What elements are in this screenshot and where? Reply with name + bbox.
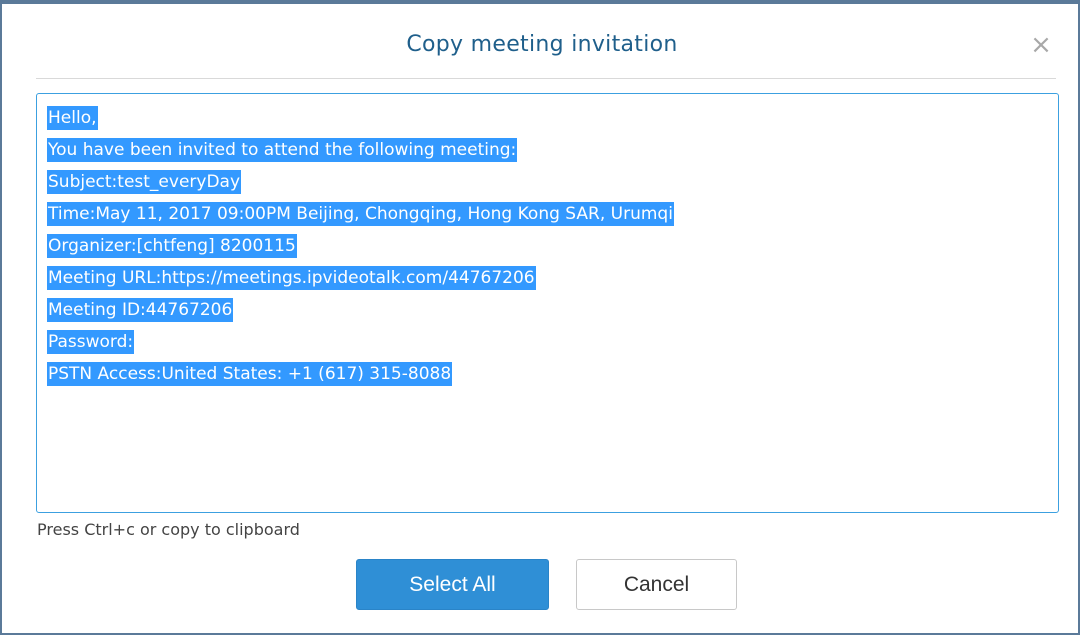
invitation-line: Hello,	[47, 102, 1048, 134]
invitation-line-text: Meeting URL:https://meetings.ipvideotalk…	[47, 266, 536, 290]
invitation-line-text: Subject:test_everyDay	[47, 170, 242, 194]
invitation-line: Password:	[47, 326, 1048, 358]
invitation-line-text: You have been invited to attend the foll…	[47, 138, 518, 162]
cancel-button[interactable]: Cancel	[576, 559, 737, 610]
dialog-title: Copy meeting invitation	[406, 32, 678, 57]
copy-invitation-dialog: Copy meeting invitation × Hello, You hav…	[0, 0, 1080, 635]
invitation-line: Meeting ID:44767206	[47, 294, 1048, 326]
invitation-line-text: Meeting ID:44767206	[47, 298, 234, 322]
invitation-line-text: Time:May 11, 2017 09:00PM Beijing, Chong…	[47, 202, 674, 226]
invitation-line-text: Organizer:[chtfeng] 8200115	[47, 234, 297, 258]
close-icon[interactable]: ×	[1026, 30, 1056, 60]
invitation-line: Time:May 11, 2017 09:00PM Beijing, Chong…	[47, 198, 1048, 230]
invitation-line: Organizer:[chtfeng] 8200115	[47, 230, 1048, 262]
invitation-textarea[interactable]: Hello, You have been invited to attend t…	[36, 93, 1059, 513]
copy-hint: Press Ctrl+c or copy to clipboard	[37, 520, 300, 539]
invitation-line-text: PSTN Access:United States: +1 (617) 315-…	[47, 362, 453, 386]
invitation-line: Meeting URL:https://meetings.ipvideotalk…	[47, 262, 1048, 294]
select-all-button[interactable]: Select All	[356, 559, 549, 610]
invitation-line: PSTN Access:United States: +1 (617) 315-…	[47, 358, 1048, 390]
invitation-line-text: Hello,	[47, 106, 98, 130]
invitation-line-text: Password:	[47, 330, 135, 354]
invitation-line: You have been invited to attend the foll…	[47, 134, 1048, 166]
invitation-line: Subject:test_everyDay	[47, 166, 1048, 198]
title-divider	[36, 78, 1056, 79]
